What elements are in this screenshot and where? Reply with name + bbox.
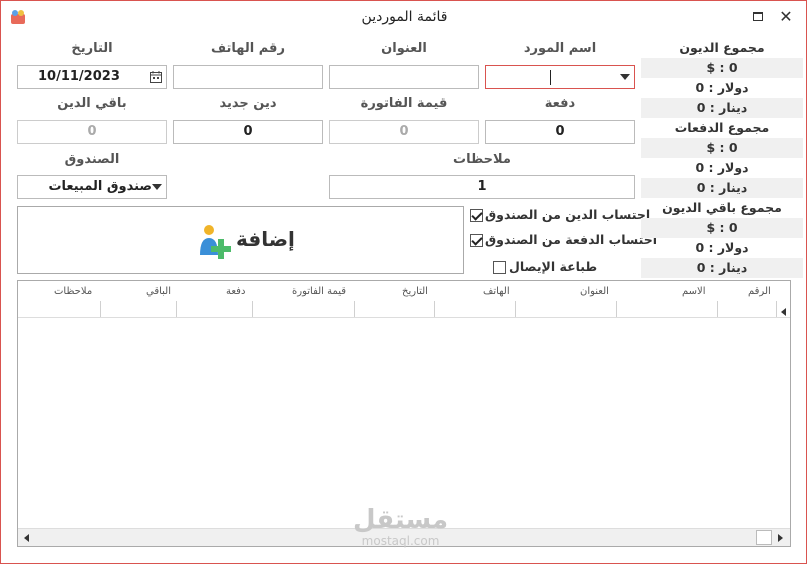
date-picker[interactable]: 10/11/2023 [17,65,167,89]
maximize-button[interactable] [747,7,769,27]
chevron-down-icon[interactable] [152,184,162,190]
column-divider[interactable] [176,301,177,317]
caret-left-icon[interactable] [781,308,786,316]
payment-input[interactable]: 0 [485,120,635,144]
column-divider[interactable] [717,301,718,317]
notes-label: ملاحظات [453,152,511,167]
text-cursor [550,70,551,85]
payment-from-cashbox-checkbox[interactable] [470,234,483,247]
date-label: التاريخ [71,41,113,56]
add-user-icon [200,225,231,259]
cashbox-value: صندوق المبيعات [48,179,152,194]
phone-input[interactable] [173,65,323,89]
maximize-icon [753,12,763,21]
payments-usd-symbol: $ : 0 [641,138,803,158]
payment-label: دفعة [544,96,576,111]
print-receipt-label: طباعة الإيصال [509,259,598,274]
debt-from-cashbox-option[interactable]: احتساب الدين من الصندوق [470,207,651,222]
add-button[interactable]: إضافة [17,206,464,274]
column-header-name[interactable]: الاسم [682,286,706,297]
new-debt-input[interactable]: 0 [173,120,323,144]
address-input[interactable] [329,65,479,89]
watermark: مستقل mostaql.com [353,506,448,548]
remaining-debt-label: باقي الدين [57,96,127,111]
scroll-right-icon[interactable] [778,534,783,542]
column-divider[interactable] [515,301,516,317]
phone-label: رقم الهاتف [211,41,285,56]
print-receipt-option[interactable]: طباعة الإيصال [493,259,598,274]
column-header-date[interactable]: التاريخ [402,286,428,297]
debts-dollar: دولار : 0 [695,80,749,95]
scroll-left-icon[interactable] [24,534,29,542]
window-title: قائمة الموردين [361,9,448,25]
debt-from-cashbox-label: احتساب الدين من الصندوق [485,207,651,222]
payments-dollar: دولار : 0 [695,160,749,175]
new-debt-label: دين جديد [219,96,277,111]
column-header-invoice-value[interactable]: قيمة الفاتورة [292,286,346,297]
remaining-dinar: دينار : 0 [641,258,803,278]
column-divider[interactable] [252,301,253,317]
remaining-total-title: مجموع باقي الديون [662,200,782,215]
cashbox-label: الصندوق [64,152,120,167]
date-value: 10/11/2023 [38,69,120,84]
debt-from-cashbox-checkbox[interactable] [470,209,483,222]
remaining-dollar: دولار : 0 [695,240,749,255]
supplier-name-combobox[interactable] [485,65,635,89]
remaining-debt-input: 0 [17,120,167,144]
payment-from-cashbox-label: احتساب الدفعة من الصندوق [485,232,657,247]
invoice-value-label: قيمة الفاتورة [360,96,448,111]
debts-dinar: دينار : 0 [641,98,803,118]
close-button[interactable]: ✕ [775,7,797,27]
invoice-value-input: 0 [329,120,479,144]
address-label: العنوان [381,41,427,56]
payment-from-cashbox-option[interactable]: احتساب الدفعة من الصندوق [470,232,657,247]
supplier-list-window: قائمة الموردين ✕ اسم المورد العنوان رقم … [0,0,807,564]
column-divider[interactable] [100,301,101,317]
close-icon: ✕ [779,7,793,26]
column-divider[interactable] [776,301,777,317]
table-header: الرقم الاسم العنوان الهاتف التاريخ قيمة … [18,281,790,318]
column-header-remaining[interactable]: الباقي [146,286,171,297]
cashbox-select[interactable]: صندوق المبيعات [17,175,167,199]
column-header-number[interactable]: الرقم [748,286,771,297]
watermark-latin: mostaql.com [361,534,440,548]
remaining-usd-symbol: $ : 0 [641,218,803,238]
add-button-label: إضافة [236,227,295,251]
watermark-arabic: مستقل [353,505,449,535]
chevron-down-icon[interactable] [620,74,630,80]
column-header-phone[interactable]: الهاتف [483,286,510,297]
debts-usd-symbol: $ : 0 [641,58,803,78]
column-header-address[interactable]: العنوان [580,286,609,297]
print-receipt-checkbox[interactable] [493,261,506,274]
scroll-thumb[interactable] [756,530,772,545]
payments-total-title: مجموع الدفعات [674,120,770,135]
supplier-name-label: اسم المورد [523,41,597,56]
notes-input[interactable]: 1 [329,175,635,199]
column-header-notes[interactable]: ملاحظات [54,286,92,297]
column-divider[interactable] [434,301,435,317]
payments-dinar: دينار : 0 [641,178,803,198]
column-header-payment[interactable]: دفعة [226,286,245,297]
debts-total-title: مجموع الديون [679,40,765,55]
calendar-icon[interactable] [150,71,162,83]
column-divider[interactable] [354,301,355,317]
column-divider[interactable] [616,301,617,317]
